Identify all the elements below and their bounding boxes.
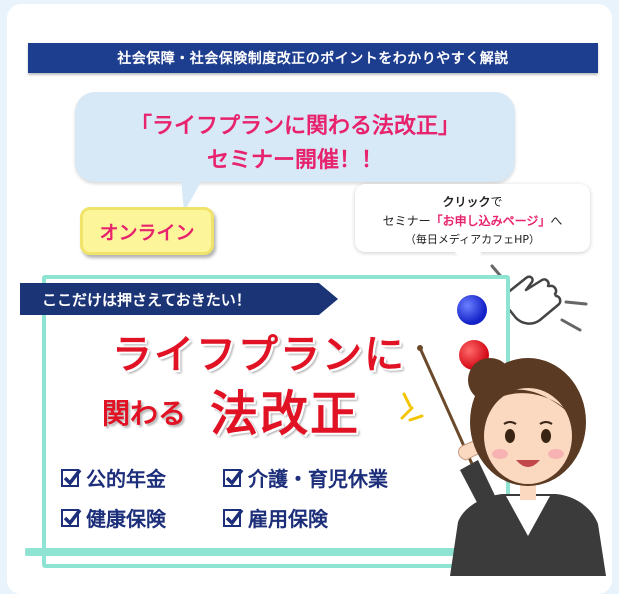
magnet-blue-icon (457, 295, 487, 325)
topic-item: 雇用保険 (222, 503, 328, 532)
checkbox-checked-icon (223, 468, 244, 487)
click-label: クリック (442, 195, 491, 209)
ribbon-heading: ここだけは押さえておきたい！ (20, 283, 338, 315)
apply-page-link[interactable]: 「お申し込みページ」 (431, 214, 551, 228)
checkbox-checked-icon (223, 508, 244, 527)
speech-bubble: 「ライフプランに関わる法改正」 セミナー開催！！ (75, 92, 515, 182)
online-label: オンライン (99, 221, 195, 244)
board-title-line2-prefix: 関わる (102, 397, 187, 430)
topic-label: 雇用保険 (248, 507, 328, 531)
checkbox-checked-icon (61, 508, 82, 527)
board-title-line1: ライフプランに (112, 332, 406, 378)
callout-line2-prefix: セミナー (382, 214, 431, 228)
callout-line1: クリックで (355, 193, 590, 210)
callout-line1-rest: で (490, 195, 503, 209)
callout-line2: セミナー「お申し込みページ」へ (355, 212, 590, 229)
topic-item: 公的年金 (60, 463, 166, 492)
topic-label: 健康保険 (86, 507, 166, 531)
topic-item: 介護・育児休業 (222, 463, 388, 492)
board-title-line2-main: 法改正 (210, 386, 361, 442)
callout-line3: （毎日メディアカフェHP） (404, 233, 541, 246)
ribbon-text: ここだけは押さえておきたい！ (42, 290, 251, 309)
topic-item: 健康保険 (60, 503, 166, 532)
banner-text: 社会保障・社会保険制度改正のポイントをわかりやすく解説 (117, 51, 509, 67)
topic-label: 公的年金 (86, 467, 166, 491)
header-banner: 社会保障・社会保険制度改正のポイントをわかりやすく解説 (28, 43, 598, 73)
online-badge: オンライン (80, 207, 214, 255)
checkbox-checked-icon (61, 468, 82, 487)
topic-label: 介護・育児休業 (248, 467, 388, 491)
bubble-title-line1: 「ライフプランに関わる法改正」 (129, 114, 460, 139)
callout-line2-suffix: へ (550, 214, 563, 228)
bubble-title-line2: セミナー開催！！ (206, 148, 383, 173)
presenter-woman-illustration (417, 345, 606, 576)
